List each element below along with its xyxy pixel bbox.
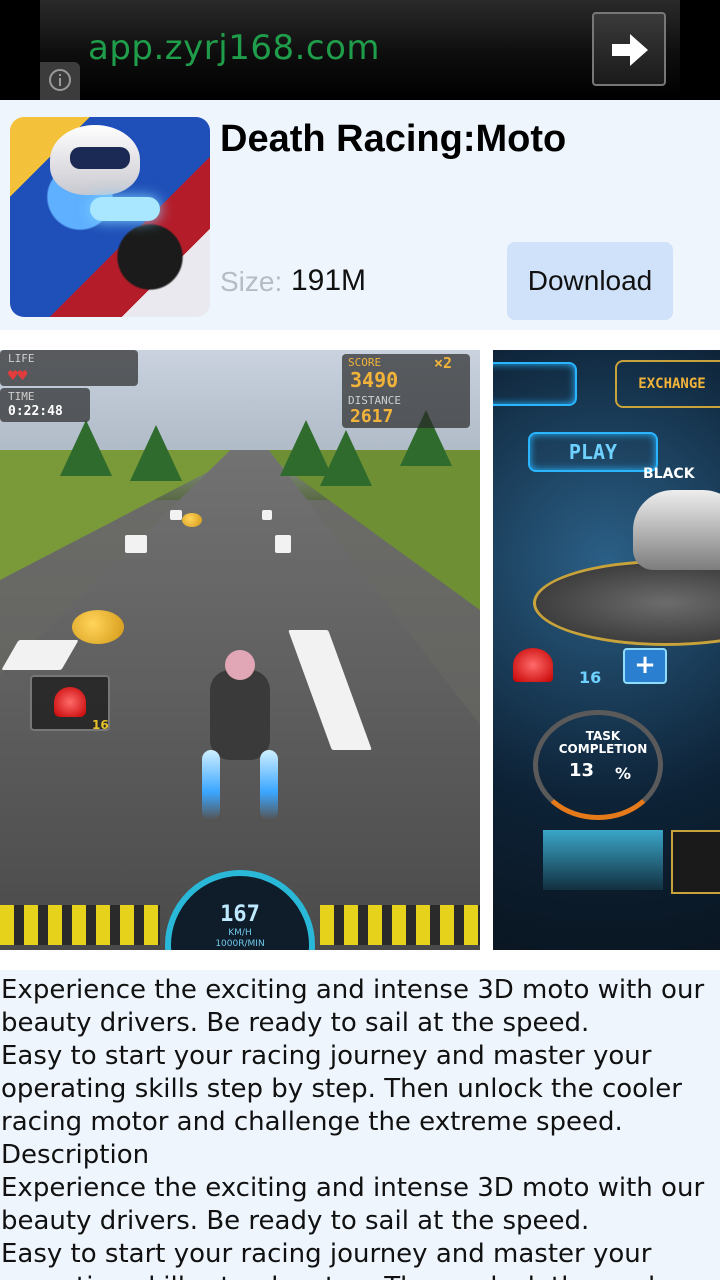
- exhaust-flame: [202, 750, 220, 820]
- back-button-shape: [493, 362, 577, 406]
- app-title: Death Racing:Moto: [220, 118, 567, 160]
- lane-mark: [170, 510, 182, 520]
- exhaust-flame: [260, 750, 278, 820]
- task-ring: [533, 710, 663, 820]
- speed-stripes-right: [320, 905, 480, 945]
- score-panel: SCORE ×2 3490 DISTANCE 2617: [342, 354, 470, 428]
- task-value: 13: [569, 760, 595, 781]
- speed-stripes-left: [0, 905, 160, 945]
- time-value: 0:22:48: [8, 404, 63, 419]
- lane-mark: [125, 535, 147, 553]
- description-line: racing motor and challenge the extreme s…: [1, 1107, 623, 1137]
- description-line: operating skills step by step. Then unlo…: [1, 1272, 682, 1280]
- score-multiplier: ×2: [434, 354, 453, 372]
- info-icon[interactable]: [40, 62, 80, 100]
- exchange-button: EXCHANGE: [615, 360, 720, 408]
- speed-units: KM/H 1000R/MIN: [171, 928, 309, 950]
- bike-thumbnail: [671, 830, 720, 894]
- time-panel: TIME 0:22:48: [0, 388, 90, 422]
- download-button[interactable]: Download: [507, 242, 673, 320]
- description-line: operating skills step by step. Then unlo…: [1, 1074, 682, 1104]
- task-percent: %: [615, 764, 632, 783]
- speed-value: 167: [220, 902, 260, 927]
- score-value: 3490: [350, 368, 399, 392]
- description-line: Easy to start your racing journey and ma…: [1, 1041, 652, 1071]
- time-label: TIME: [8, 390, 35, 403]
- speed-unit: KM/H: [228, 928, 252, 938]
- siren-icon: [54, 687, 86, 717]
- play-button: PLAY: [528, 432, 658, 472]
- headlight-shape: [90, 197, 160, 221]
- lane-mark: [275, 535, 291, 553]
- bike-name: BLACK: [643, 466, 695, 482]
- ad-banner-body[interactable]: app.zyrj168.com: [40, 0, 680, 100]
- siren-icon: [513, 648, 553, 682]
- rpm-unit: 1000R/MIN: [215, 939, 265, 949]
- plus-icon: +: [623, 648, 667, 684]
- description-heading: Description: [1, 1140, 150, 1170]
- visor-shape: [70, 147, 130, 169]
- size-label: Size:: [220, 266, 283, 297]
- coin: [182, 513, 202, 527]
- distance-value: 2617: [350, 406, 394, 427]
- description-line: Experience the exciting and intense 3D m…: [1, 975, 705, 1005]
- lane-mark: [262, 510, 272, 520]
- ad-go-button[interactable]: [592, 12, 666, 86]
- ad-banner[interactable]: app.zyrj168.com: [0, 0, 720, 100]
- display-platform: [533, 560, 720, 646]
- app-description: Experience the exciting and intense 3D m…: [0, 970, 720, 1280]
- coin: [72, 610, 124, 644]
- siren-count: 16: [92, 718, 109, 732]
- ad-url[interactable]: app.zyrj168.com: [88, 28, 380, 68]
- screenshot-1[interactable]: LIFE ♥♥ TIME 0:22:48 SCORE ×2 3490 DISTA…: [0, 350, 480, 950]
- tree: [320, 430, 372, 486]
- size-value: 191M: [291, 264, 367, 297]
- life-panel: LIFE ♥♥: [0, 350, 138, 386]
- description-line: Experience the exciting and intense 3D m…: [1, 1173, 705, 1203]
- description-line: beauty drivers. Be ready to sail at the …: [1, 1206, 590, 1236]
- tree: [130, 425, 182, 481]
- rider-head: [225, 650, 255, 680]
- description-line: Easy to start your racing journey and ma…: [1, 1239, 652, 1269]
- app-icon: [10, 117, 210, 317]
- arrow-right-icon: [612, 34, 648, 66]
- siren-count-2: 16: [579, 668, 602, 687]
- screenshot-2[interactable]: EXCHANGE PLAY BLACK 16 + TASK COMPLETION…: [493, 350, 720, 950]
- tree: [60, 420, 112, 476]
- description-line: beauty drivers. Be ready to sail at the …: [1, 1008, 590, 1038]
- task-label: TASK COMPLETION: [558, 729, 648, 756]
- bike-thumbnail: [543, 830, 663, 890]
- screenshot-gallery[interactable]: LIFE ♥♥ TIME 0:22:48 SCORE ×2 3490 DISTA…: [0, 330, 720, 970]
- life-label: LIFE: [8, 352, 35, 365]
- heart-icon: ♥♥: [8, 366, 28, 385]
- bike-body: [210, 670, 270, 760]
- motorbike: [200, 650, 280, 820]
- showcase-bike: [633, 490, 720, 570]
